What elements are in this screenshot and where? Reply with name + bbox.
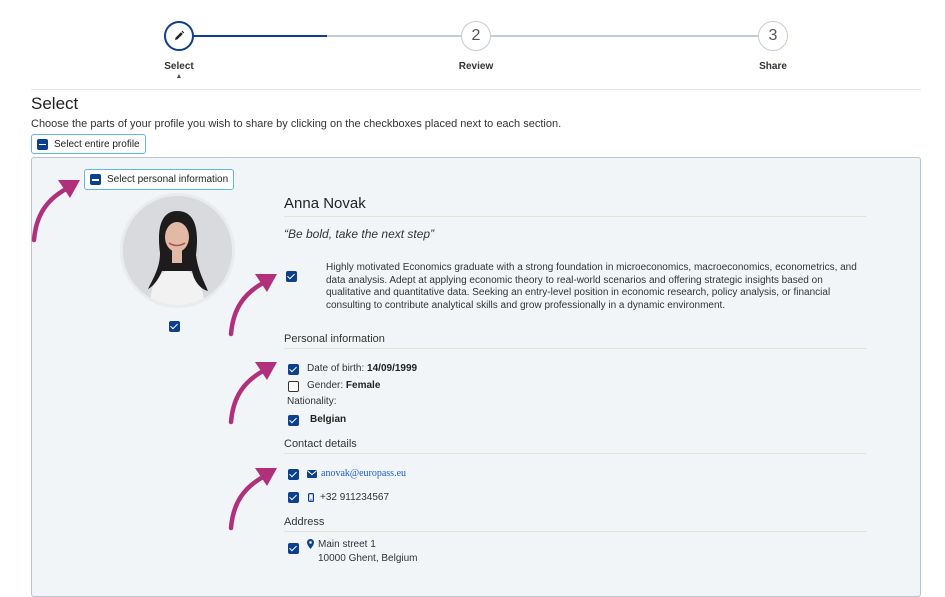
gender-checkbox[interactable]	[288, 381, 299, 392]
select-personal-info-button[interactable]: Select personal information	[84, 169, 235, 190]
address-checkbox[interactable]	[288, 543, 299, 554]
select-entire-profile-label: Select entire profile	[54, 138, 140, 150]
nationality-field: Belgian	[310, 414, 346, 425]
profile-quote: “Be bold, take the next step”	[284, 227, 435, 241]
envelope-icon	[307, 470, 317, 478]
step-1-label: Select	[164, 61, 194, 72]
step-2-circle[interactable]: 2	[461, 21, 491, 51]
email-link[interactable]: anovak@europass.eu	[321, 468, 406, 479]
select-entire-profile-button[interactable]: Select entire profile	[31, 134, 146, 154]
map-pin-icon	[307, 539, 314, 549]
address-heading: Address	[284, 516, 325, 528]
address-line-2: 10000 Ghent, Belgium	[318, 553, 418, 564]
annotation-arrow-icon	[31, 180, 80, 243]
step-3-number: 3	[768, 27, 778, 44]
address-line-1: Main street 1	[318, 539, 376, 550]
personal-info-heading: Personal information	[284, 333, 385, 345]
contact-details-heading: Contact details	[284, 438, 357, 450]
step-2-number: 2	[471, 27, 481, 44]
stepper-line-2-3	[491, 35, 758, 37]
page-title: Select	[31, 94, 79, 113]
gender-field: Gender: Female	[307, 380, 380, 391]
minus-checkbox-icon	[37, 138, 48, 150]
annotation-arrow-icon	[228, 274, 277, 337]
dob-checkbox[interactable]	[288, 364, 299, 375]
profile-photo	[123, 196, 232, 305]
photo-checkbox[interactable]	[169, 321, 180, 332]
phone-checkbox[interactable]	[288, 492, 299, 503]
nationality-value: Belgian	[310, 414, 347, 425]
avatar	[120, 193, 235, 308]
summary-checkbox[interactable]	[286, 271, 297, 282]
phone-value: +32 911234567	[320, 492, 390, 503]
stepper-line-remaining	[327, 35, 461, 37]
annotation-arrow-icon	[228, 362, 277, 425]
nationality-checkbox[interactable]	[288, 415, 299, 426]
name-underline	[284, 216, 866, 217]
page-description: Choose the parts of your profile you wis…	[31, 118, 562, 130]
header-divider	[31, 89, 921, 90]
step-1-caret-icon: ▲	[175, 73, 183, 80]
personal-info-underline	[284, 348, 866, 349]
select-personal-info-label: Select personal information	[107, 174, 229, 185]
nationality-label: Nationality:	[287, 396, 337, 407]
minus-checkbox-icon	[90, 174, 101, 185]
profile-summary: Highly motivated Economics graduate with…	[326, 262, 857, 311]
step-2-label: Review	[458, 61, 494, 72]
pencil-icon	[175, 30, 185, 40]
step-3-circle[interactable]: 3	[758, 21, 788, 51]
dob-field: Date of birth: 14/09/1999	[307, 363, 417, 374]
mobile-phone-icon	[308, 493, 314, 502]
profile-name: Anna Novak	[284, 195, 366, 212]
gender-label: Gender:	[307, 380, 344, 391]
gender-value: Female	[345, 380, 381, 391]
stepper-progress-line	[194, 35, 327, 37]
step-3-label: Share	[759, 61, 787, 72]
contact-details-underline	[284, 453, 866, 454]
step-1-circle[interactable]	[164, 21, 194, 51]
address-underline	[284, 531, 866, 532]
email-checkbox[interactable]	[288, 469, 299, 480]
dob-value: 14/09/1999	[367, 363, 418, 374]
annotation-arrow-icon	[228, 468, 277, 531]
dob-label: Date of birth:	[307, 363, 365, 374]
